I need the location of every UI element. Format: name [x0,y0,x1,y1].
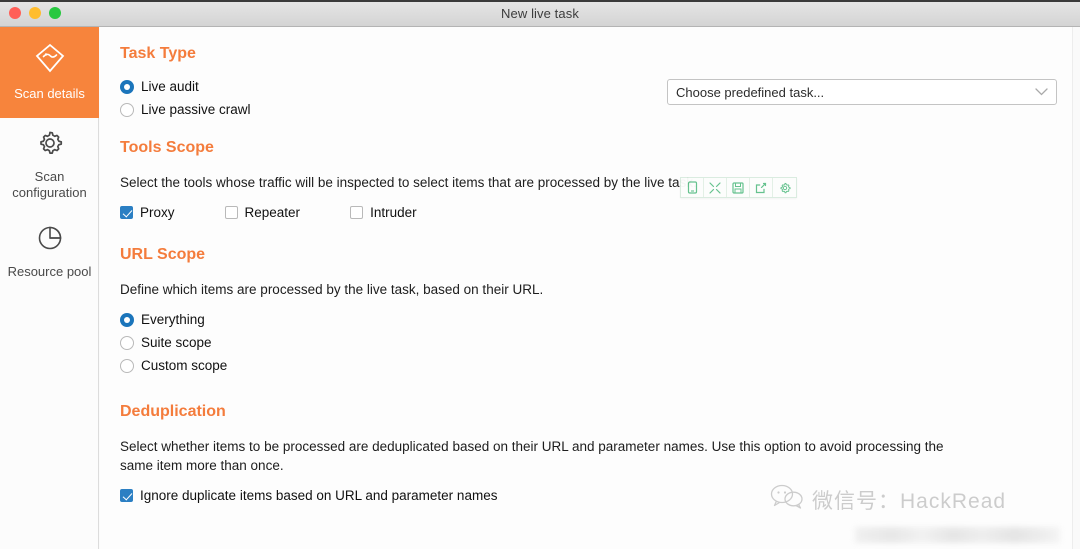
radio-row: Custom scope [120,358,1072,373]
predefined-task-select[interactable]: Choose predefined task... [667,79,1057,105]
window-title: New live task [501,5,579,21]
checkbox-proxy[interactable]: Proxy [120,205,175,220]
gear-icon[interactable] [773,178,796,197]
radio-live-passive-crawl[interactable]: Live passive crawl [120,102,251,117]
radio-label: Live audit [141,79,199,94]
sidebar-item-label: Scan details [14,86,85,101]
section-title: Deduplication [120,403,226,420]
sidebar-item-resource-pool[interactable]: Resource pool [0,213,99,292]
radio-row: Everything [120,312,1072,327]
checkbox-label: Repeater [244,205,301,220]
mobile-icon[interactable] [681,178,704,197]
right-scroll-edge[interactable] [1072,27,1080,549]
maximize-window-button[interactable] [49,7,61,19]
section-title: URL Scope [120,246,206,263]
url-scope-options: Everything Suite scope Custom scope [120,312,1072,373]
floating-mini-toolbar[interactable] [680,177,797,198]
radio-indicator[interactable] [120,102,134,117]
tools-scope-checkboxes: Proxy Repeater Intruder [120,205,1072,220]
radio-live-audit[interactable]: Live audit [120,79,199,94]
section-description: Select the tools whose traffic will be i… [120,175,697,190]
title-bar: New live task [0,0,1080,27]
share-icon[interactable] [750,178,773,197]
radio-indicator[interactable] [120,79,134,94]
predefined-task-value: Choose predefined task... [676,84,825,100]
section-deduplication: Deduplication Select whether items to be… [120,403,1072,503]
checkbox-label: Ignore duplicate items based on URL and … [140,488,498,503]
checkbox-indicator[interactable] [120,489,133,502]
checkbox-repeater[interactable]: Repeater [224,205,301,220]
radio-indicator[interactable] [120,312,134,327]
checkbox-intruder[interactable]: Intruder [350,205,417,220]
app-window: New live task Scan details Scan configur… [0,0,1080,549]
checkbox-label: Intruder [370,205,417,220]
checkbox-indicator[interactable] [120,206,133,219]
radio-custom-scope[interactable]: Custom scope [120,358,227,373]
radio-suite-scope[interactable]: Suite scope [120,335,212,350]
section-description: Define which items are processed by the … [120,282,544,297]
section-description: Select whether items to be processed are… [120,439,944,473]
section-tools-scope: Tools Scope Select the tools whose traff… [120,139,1072,220]
deduplication-checkboxes: Ignore duplicate items based on URL and … [120,488,1072,503]
checkbox-indicator[interactable] [350,206,364,219]
minimize-window-button[interactable] [29,7,41,19]
radio-label: Suite scope [141,335,212,350]
section-title: Task Type [120,45,196,62]
pie-chart-icon [4,223,95,257]
radio-label: Live passive crawl [141,102,251,117]
section-url-scope: URL Scope Define which items are process… [120,246,1072,373]
sidebar-item-label: Resource pool [7,264,92,279]
window-controls [9,7,61,19]
radio-label: Everything [141,312,205,327]
sidebar-item-scan-details[interactable]: Scan details [0,27,99,118]
radio-everything[interactable]: Everything [120,312,205,327]
checkbox-label: Proxy [140,205,175,220]
save-icon[interactable] [727,178,750,197]
sidebar-item-label: Scan configuration [12,169,87,200]
main-content: Task Type Live audit Live passive crawl [100,27,1072,549]
close-window-button[interactable] [9,7,21,19]
section-title: Tools Scope [120,139,214,156]
sidebar: Scan details Scan configuration Resource… [0,27,99,549]
radio-row: Suite scope [120,335,1072,350]
expand-icon[interactable] [704,178,727,197]
checkbox-ignore-duplicate-items[interactable]: Ignore duplicate items based on URL and … [120,488,497,503]
gear-icon [4,128,95,162]
scan-kite-icon [4,41,95,79]
checkbox-indicator[interactable] [224,206,238,219]
radio-label: Custom scope [141,358,228,373]
radio-indicator[interactable] [120,358,134,373]
chevron-down-icon[interactable] [1035,83,1048,101]
sidebar-item-scan-configuration[interactable]: Scan configuration [0,118,99,213]
radio-indicator[interactable] [120,335,134,350]
